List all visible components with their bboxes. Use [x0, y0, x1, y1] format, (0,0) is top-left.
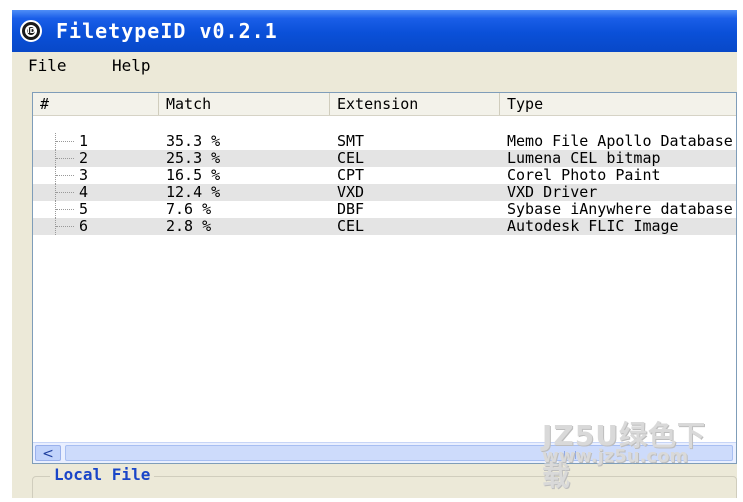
- row-number: 5: [79, 201, 89, 218]
- row-match: 16.5 %: [166, 167, 221, 184]
- row-type: Lumena CEL bitmap: [507, 150, 661, 167]
- row-extension: CPT: [337, 167, 365, 184]
- table-row[interactable]: 6 2.8 % CEL Autodesk FLIC Image: [33, 218, 736, 235]
- menu-file[interactable]: File: [24, 56, 71, 75]
- row-match: 7.6 %: [166, 201, 212, 218]
- table-row[interactable]: 4 12.4 % VXD VXD Driver: [33, 184, 736, 201]
- row-type: Autodesk FLIC Image: [507, 218, 679, 235]
- column-header-extension[interactable]: Extension: [330, 93, 500, 115]
- row-type: Sybase iAnywhere database: [507, 201, 733, 218]
- row-number: 3: [79, 167, 89, 184]
- row-extension: CEL: [337, 150, 365, 167]
- watermark-line-2: www.jz5u.com: [542, 446, 689, 467]
- local-file-label: Local File: [50, 465, 155, 484]
- results-list[interactable]: # Match Extension Type 1 35.3 % SMT Memo…: [32, 92, 737, 464]
- watermark-logo: JZ5U绿色下载 www.jz5u.com: [542, 414, 712, 492]
- row-number: 2: [79, 150, 89, 167]
- table-row[interactable]: 2 25.3 % CEL Lumena CEL bitmap: [33, 150, 736, 167]
- window-title: FiletypeID v0.2.1: [56, 19, 278, 43]
- scroll-left-button[interactable]: <: [35, 445, 61, 462]
- row-extension: CEL: [337, 218, 365, 235]
- table-row[interactable]: 5 7.6 % DBF Sybase iAnywhere database: [33, 201, 736, 218]
- row-extension: DBF: [337, 201, 365, 218]
- app-icon-label: ID: [25, 25, 37, 37]
- row-extension: VXD: [337, 184, 365, 201]
- title-bar[interactable]: ID FiletypeID v0.2.1: [12, 10, 737, 52]
- row-extension: SMT: [337, 133, 365, 150]
- row-match: 35.3 %: [166, 133, 221, 150]
- tree-connector: [55, 218, 76, 235]
- row-number: 1: [79, 133, 89, 150]
- menu-bar: File Help: [12, 54, 737, 78]
- table-row[interactable]: 3 16.5 % CPT Corel Photo Paint: [33, 167, 736, 184]
- row-number: 4: [79, 184, 89, 201]
- row-number: 6: [79, 218, 89, 235]
- row-match: 12.4 %: [166, 184, 221, 201]
- tree-connector: [55, 201, 76, 218]
- row-type: Memo File Apollo Database: [507, 133, 733, 150]
- app-icon: ID: [20, 20, 42, 42]
- column-header-number[interactable]: #: [33, 93, 159, 115]
- list-header: # Match Extension Type: [33, 93, 736, 116]
- menu-help[interactable]: Help: [108, 56, 155, 75]
- tree-connector: [55, 167, 76, 184]
- tree-connector: [55, 150, 76, 167]
- row-match: 2.8 %: [166, 218, 212, 235]
- row-match: 25.3 %: [166, 150, 221, 167]
- column-header-type[interactable]: Type: [500, 93, 736, 115]
- row-type: Corel Photo Paint: [507, 167, 661, 184]
- column-header-match[interactable]: Match: [159, 93, 330, 115]
- row-type: VXD Driver: [507, 184, 598, 201]
- tree-connector: [55, 133, 76, 150]
- tree-connector: [55, 184, 76, 201]
- table-row[interactable]: 1 35.3 % SMT Memo File Apollo Database: [33, 133, 736, 150]
